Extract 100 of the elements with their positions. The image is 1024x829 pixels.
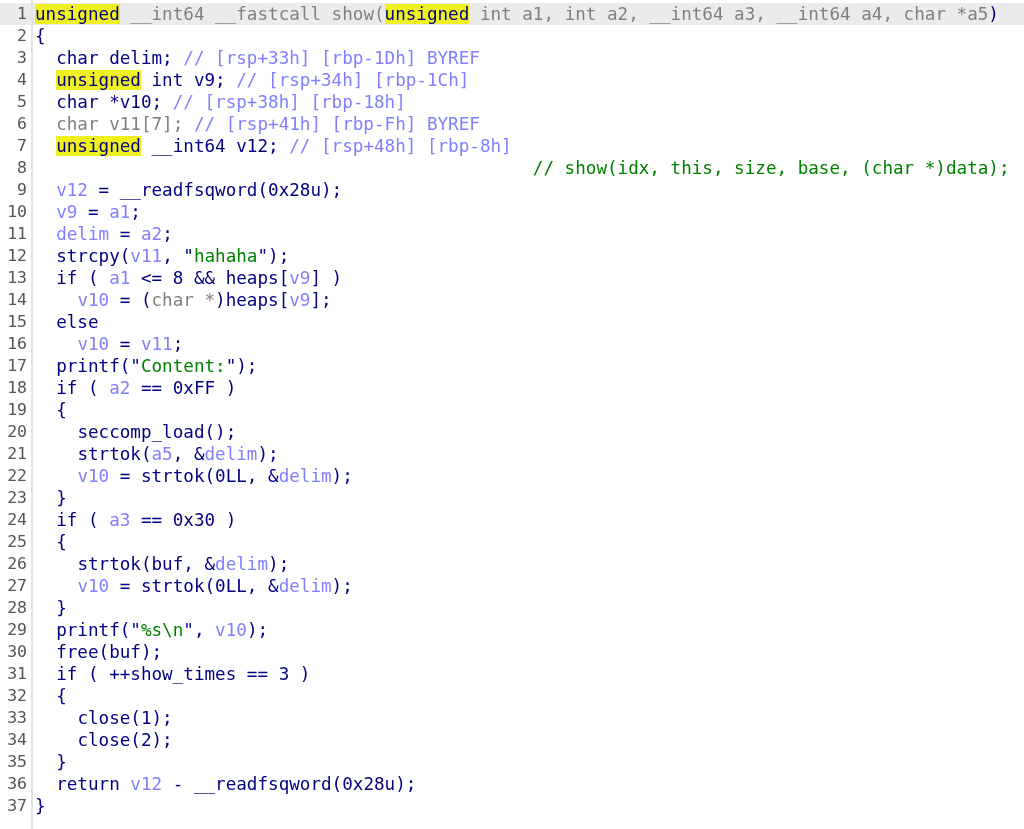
code-text: strcpy( <box>56 246 131 266</box>
code-text: = strtok(0LL, & <box>119 576 279 596</box>
code-text: ); <box>268 554 290 574</box>
line-number: 30 <box>6 641 28 663</box>
line-number: 27 <box>6 575 28 597</box>
code-text: ) <box>988 4 999 24</box>
code-text: } <box>35 796 46 816</box>
code-text: char *v10; <box>56 92 164 112</box>
comment-text: // [rsp+33h] [rbp-1Dh] BYREF <box>183 48 480 68</box>
code-text: if ( <box>56 268 100 288</box>
comment-text: // [rsp+48h] [rbp-8h] <box>289 136 512 156</box>
variable-name: a5 <box>151 444 173 464</box>
line-number: 10 <box>6 201 28 223</box>
line-number: 19 <box>6 399 28 421</box>
code-text: == 0xFF ) <box>140 378 237 398</box>
code-text: <= 8 && heaps[ <box>140 268 290 288</box>
code-text: ; <box>162 224 173 244</box>
highlighted-keyword: unsigned <box>384 4 470 24</box>
line-number: 12 <box>6 245 28 267</box>
code-text: = strtok(0LL, & <box>119 466 279 486</box>
line-number: 32 <box>6 685 28 707</box>
line-number: 16 <box>6 333 28 355</box>
variable-name: v12 <box>56 180 88 200</box>
line-number: 28 <box>6 597 28 619</box>
code-text: - __readfsqword(0x28u); <box>172 774 417 794</box>
variable-name: a1 <box>109 202 131 222</box>
code-text: } <box>56 598 67 618</box>
line-number: 1 <box>16 3 28 25</box>
code-text: , & <box>172 444 205 464</box>
code-text: char delim; <box>56 48 174 68</box>
line-number: 3 <box>16 47 28 69</box>
comment-text: // show(idx, this, size, base, (char *)data); <box>532 158 1010 178</box>
code-text: close(1); <box>77 708 173 728</box>
line-number: 13 <box>6 267 28 289</box>
line-number: 9 <box>16 179 28 201</box>
code-text: { <box>56 400 67 420</box>
comment-text: // [rsp+38h] [rbp-18h] <box>172 92 406 112</box>
code-text: return <box>56 774 121 794</box>
code-text: int a1, int a2, __int64 a3, __int64 a4, char *a5 <box>479 4 989 24</box>
code-text: int v9; <box>151 70 227 90</box>
variable-name: v11 <box>130 246 163 266</box>
code-text: __int64 __fastcall show( <box>130 4 385 24</box>
code-text: ; <box>130 202 141 222</box>
line-number: 25 <box>6 531 28 553</box>
line-number: 21 <box>6 443 28 465</box>
code-text: = __readfsqword(0x28u); <box>98 180 343 200</box>
variable-name: v9 <box>289 290 311 310</box>
variable-name: a3 <box>109 510 131 530</box>
line-number: 23 <box>6 487 28 509</box>
code-text: printf(" <box>56 356 141 376</box>
variable-name: v10 <box>215 620 247 640</box>
code-text: ]; <box>310 290 332 310</box>
line-number: 14 <box>6 289 28 311</box>
variable-name: v10 <box>77 290 110 310</box>
code-text: printf(" <box>56 620 141 640</box>
highlighted-keyword: unsigned <box>35 4 120 24</box>
code-text: ", <box>183 620 206 640</box>
line-number: 2 <box>16 25 28 47</box>
code-text: { <box>56 686 67 706</box>
variable-name: v12 <box>130 774 163 794</box>
line-number: 33 <box>6 707 28 729</box>
code-text: ); <box>331 466 353 486</box>
variable-name: delim <box>56 224 110 244</box>
code-text: { <box>56 532 67 552</box>
highlighted-keyword: unsigned <box>56 70 141 90</box>
variable-name: v10 <box>77 334 110 354</box>
code-text: )heaps[ <box>215 290 290 310</box>
code-text: = <box>119 334 132 354</box>
code-text: "); <box>257 246 290 266</box>
string-literal: %s\n <box>140 620 184 640</box>
line-number: 11 <box>6 223 28 245</box>
code-text: ); <box>246 620 269 640</box>
line-number: 18 <box>6 377 28 399</box>
code-text: == 0x30 ) <box>140 510 237 530</box>
variable-name: v10 <box>77 466 110 486</box>
line-number: 6 <box>16 113 28 135</box>
comment-text: // [rsp+34h] [rbp-1Ch] <box>236 70 470 90</box>
code-text: "); <box>225 356 258 376</box>
variable-name: a1 <box>109 268 131 288</box>
string-literal: Content: <box>140 356 226 376</box>
code-text: if ( <box>56 510 100 530</box>
code-text: if ( ++show_times == 3 ) <box>56 664 311 684</box>
line-number: 4 <box>16 69 28 91</box>
code-text: { <box>35 26 46 46</box>
line-number: 17 <box>6 355 28 377</box>
line-number: 35 <box>6 751 28 773</box>
code-text: ] ) <box>310 268 343 288</box>
code-text: = ( <box>119 290 152 310</box>
line-number: 15 <box>6 311 28 333</box>
line-number: 31 <box>6 663 28 685</box>
string-literal: hahaha <box>193 246 258 266</box>
line-number: 8 <box>16 157 28 179</box>
variable-name: a2 <box>109 378 131 398</box>
code-text: } <box>56 752 67 772</box>
code-text: if ( <box>56 378 100 398</box>
code-text: char v11[7]; <box>56 114 185 134</box>
code-text: strtok( <box>77 444 152 464</box>
variable-name: a2 <box>140 224 163 244</box>
code-text: else <box>56 312 99 332</box>
code-text: free(buf); <box>56 642 163 662</box>
